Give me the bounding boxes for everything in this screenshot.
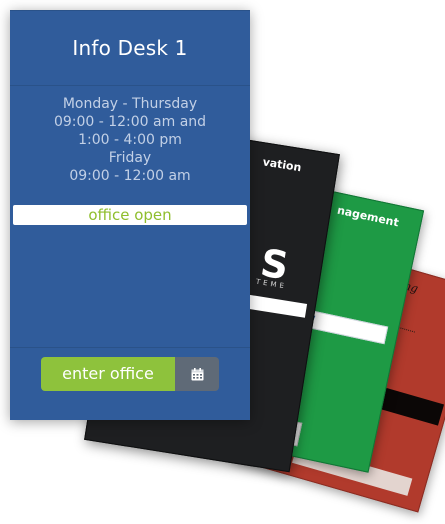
hours-line: 09:00 - 12:00 am [69,168,191,184]
green-card-title: nagement [335,203,400,230]
hours-line: 1:00 - 4:00 pm [78,132,182,148]
hours-line: 09:00 - 12:00 am and [53,114,207,130]
calendar-icon [191,367,203,380]
footer-divider [10,347,250,348]
calendar-button[interactable] [175,357,219,391]
card-header: Info Desk 1 [10,11,250,86]
enter-office-button[interactable]: enter office [41,357,175,391]
hours-line: Friday [108,150,152,166]
opening-hours: Monday - Thursday 09:00 - 12:00 am and 1… [10,95,250,185]
black-card-title: vation [261,155,303,175]
black-card-input [247,294,308,318]
card-title: Info Desk 1 [72,36,188,60]
info-desk-card: Info Desk 1 Monday - Thursday 09:00 - 12… [10,10,250,420]
hours-line: Monday - Thursday [62,96,198,112]
office-status-badge: office open [13,205,247,225]
